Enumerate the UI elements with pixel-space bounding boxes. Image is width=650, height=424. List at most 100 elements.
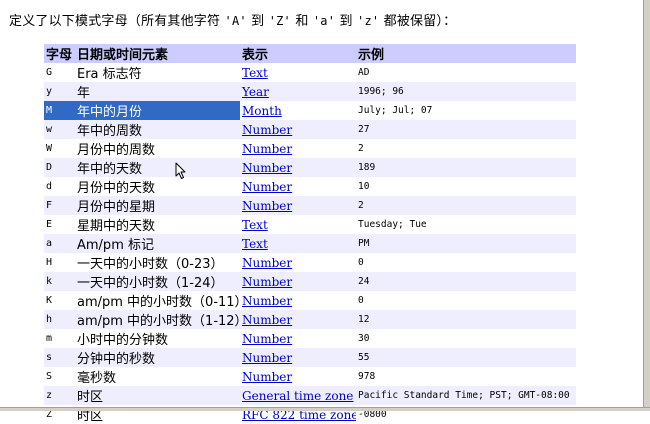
cell-representation: General time zone (240, 386, 356, 405)
table-row: w 年中的周数 Number 27 (44, 120, 576, 139)
representation-link[interactable]: Number (242, 256, 292, 270)
cell-representation: Year (240, 82, 356, 101)
representation-link[interactable]: Number (242, 180, 292, 194)
representation-link[interactable]: Number (242, 370, 292, 384)
intro-and: 和 (290, 14, 313, 29)
cell-example: 0 (358, 295, 364, 306)
representation-link[interactable]: Number (242, 275, 292, 289)
table-row: W 月份中的周数 Number 2 (44, 139, 576, 159)
header-example: 示例 (356, 44, 576, 63)
table-row: a Am/pm 标记 Text PM (44, 234, 576, 253)
cell-example: 24 (356, 272, 576, 291)
cell-element: 月份中的星期 (75, 196, 240, 215)
table-row: h am/pm 中的小时数（1-12） Number 12 (44, 310, 576, 329)
cell-representation: Text (240, 215, 356, 234)
cell-element: am/pm 中的小时数（1-12） (75, 310, 240, 329)
intro-text-before: 定义了以下模式字母（所有其他字符 (9, 14, 225, 29)
cell-representation: Number (240, 348, 356, 367)
cell-element: 年中的周数 (75, 120, 240, 139)
table-row: s 分钟中的秒数 Number 55 (44, 348, 576, 367)
intro-range1-start: 'A' (224, 14, 247, 28)
cell-letter: z (44, 386, 75, 405)
cell-element: Am/pm 标记 (75, 234, 240, 253)
cell-representation: Number (240, 120, 356, 139)
cell-letter: H (46, 257, 53, 268)
cell-example: 12 (356, 310, 576, 329)
representation-link[interactable]: Number (242, 199, 292, 213)
cell-letter: h (44, 310, 75, 329)
table-row: H 一天中的小时数（0-23） Number 0 (44, 253, 576, 273)
table-row: F 月份中的星期 Number 2 (44, 196, 576, 215)
cell-representation: Number (240, 253, 356, 272)
cell-letter: k (44, 272, 75, 291)
cell-element: 星期中的天数 (77, 219, 156, 234)
cell-element: 一天中的小时数（1-24） (75, 272, 240, 291)
header-element: 日期或时间元素 (75, 44, 240, 63)
header-letter: 字母 (44, 44, 75, 63)
representation-link[interactable]: Text (242, 218, 268, 232)
cell-example: July; Jul; 07 (358, 105, 433, 116)
cell-element: am/pm 中的小时数（0-11） (77, 295, 240, 310)
intro-to1: 到 (246, 14, 269, 29)
cell-example: 2 (356, 196, 576, 215)
cell-letter: s (44, 348, 75, 367)
cell-example: 0 (358, 257, 364, 268)
intro-text-after: 都被保留）： (379, 14, 457, 29)
cell-letter: E (46, 219, 53, 230)
cell-letter: a (44, 234, 75, 253)
cell-letter: y (44, 82, 75, 101)
table-row: m 小时中的分钟数 Number 30 (44, 329, 576, 349)
cell-representation: Number (240, 367, 356, 386)
cell-element: 毫秒数 (77, 371, 117, 386)
cell-letter: G (46, 67, 53, 78)
table-row: G Era 标志符 Text AD (44, 63, 576, 83)
representation-link[interactable]: General time zone (242, 389, 353, 403)
representation-link[interactable]: Number (242, 332, 292, 346)
cell-representation: Number (240, 310, 356, 329)
cell-element: 小时中的分钟数 (77, 333, 169, 348)
table-row: E 星期中的天数 Text Tuesday; Tue (44, 215, 576, 235)
representation-link[interactable]: Number (242, 351, 292, 365)
cell-representation: Number (240, 139, 356, 158)
cell-example: 189 (356, 158, 576, 177)
cell-representation: Month (240, 101, 356, 120)
intro-to2: 到 (335, 14, 358, 29)
cell-representation: Number (240, 177, 356, 196)
cell-element: 时区 (75, 386, 240, 405)
table-row: S 毫秒数 Number 978 (44, 367, 576, 387)
cell-example: Pacific Standard Time; PST; GMT-08:00 (356, 386, 576, 405)
representation-link[interactable]: Number (242, 313, 292, 327)
table-row: k 一天中的小时数（1-24） Number 24 (44, 272, 576, 291)
table-row: z 时区 General time zone Pacific Standard Tim… (44, 386, 576, 405)
mouse-pointer-icon (175, 162, 186, 179)
representation-link[interactable]: Year (242, 85, 269, 99)
cell-element: 年中的月份 (75, 101, 240, 120)
table-header-row: 字母 日期或时间元素 表示 示例 (44, 44, 576, 63)
table-row: M 年中的月份 Month July; Jul; 07 (44, 101, 576, 120)
representation-link[interactable]: Number (242, 142, 292, 156)
table-row: D 年中的天数 Number 189 (44, 158, 576, 177)
representation-link[interactable]: Number (242, 123, 292, 137)
representation-link[interactable]: Text (242, 66, 268, 80)
cell-representation: Number (240, 196, 356, 215)
cell-letter: F (44, 196, 75, 215)
intro-range2-end: 'z' (357, 14, 380, 28)
cell-example: 30 (358, 333, 370, 344)
intro-text: 定义了以下模式字母（所有其他字符 'A' 到 'Z' 和 'a' 到 'z' 都… (9, 10, 456, 29)
cell-element: 一天中的小时数（0-23） (77, 257, 224, 272)
representation-link[interactable]: Number (242, 294, 292, 308)
cell-example: Tuesday; Tue (358, 219, 427, 230)
table-row: Kam/pm 中的小时数（0-11） Number 0 (44, 291, 576, 311)
cell-letter: M (44, 101, 75, 120)
window-frame-bottom (0, 407, 650, 411)
representation-link[interactable]: Text (242, 237, 268, 251)
cell-letter: W (46, 143, 53, 154)
representation-link[interactable]: Month (242, 104, 282, 118)
cell-element: 年中的天数 (75, 158, 240, 177)
cell-element: Era 标志符 (77, 67, 142, 82)
cell-element: 年 (75, 82, 240, 101)
cell-example: AD (358, 67, 370, 78)
cell-representation: Number (240, 158, 356, 177)
representation-link[interactable]: Number (242, 161, 292, 175)
cell-representation: Text (240, 63, 356, 82)
